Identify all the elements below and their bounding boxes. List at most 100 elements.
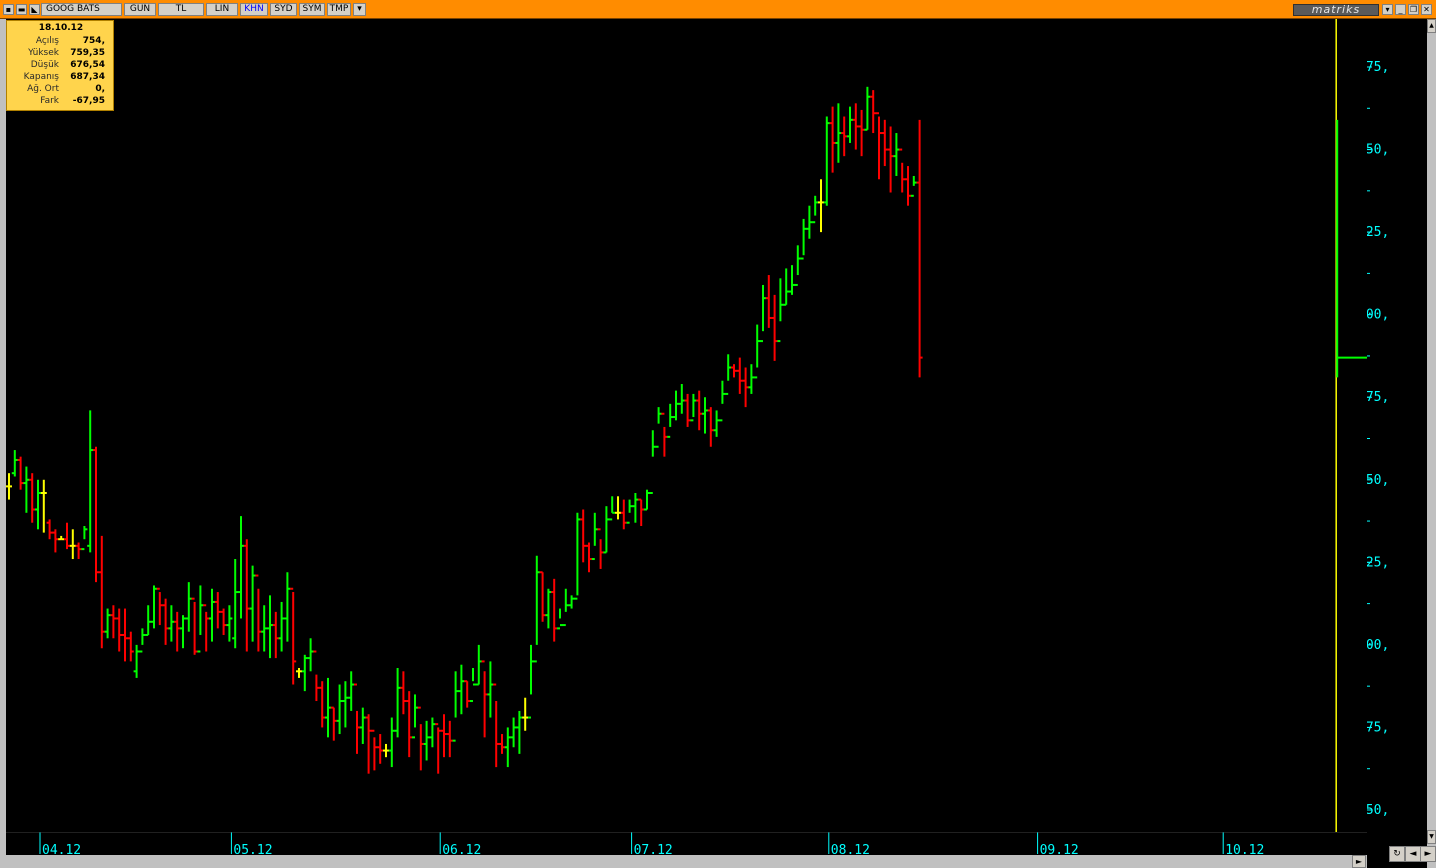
- ohlc-bar: [574, 512, 581, 600]
- toolbar-dropdown-icon[interactable]: ▾: [353, 3, 366, 16]
- ohlc-bar: [493, 683, 500, 768]
- info-date: 18.10.12: [38, 23, 84, 33]
- chevron-down-icon[interactable]: ▾: [1382, 4, 1393, 15]
- ohlc-bar: [261, 605, 268, 652]
- info-value: -67,95: [72, 96, 105, 106]
- ohlc-bar: [272, 611, 279, 659]
- ohlc-bar: [98, 535, 105, 649]
- ohlc-bar: [330, 706, 337, 741]
- ohlc-bar: [522, 697, 529, 731]
- ohlc-bar: [64, 522, 70, 550]
- date-tick-label: 08.12: [831, 843, 870, 855]
- ohlc-bar: [916, 119, 923, 378]
- ohlc-bar: [464, 680, 471, 708]
- ohlc-bar: [446, 720, 453, 758]
- info-row-weighted-avg: Ağ. Ort 0,: [7, 84, 115, 96]
- ohlc-bar: [127, 631, 134, 662]
- scale-button-lin[interactable]: LIN: [206, 3, 238, 16]
- ohlc-bar: [731, 364, 737, 378]
- bar-type-button-khn[interactable]: KHN: [240, 3, 268, 16]
- ohlc-bar: [661, 412, 668, 457]
- scroll-right-icon[interactable]: ►: [1420, 846, 1436, 862]
- ohlc-bar: [841, 116, 848, 157]
- scroll-down-arrow-icon[interactable]: ▼: [1427, 830, 1436, 844]
- chart-type-icon[interactable]: ◣: [29, 4, 40, 15]
- window-menu-icon[interactable]: ▪: [3, 4, 14, 15]
- ohlc-bar: [365, 714, 372, 774]
- ohlc-bar: [336, 684, 343, 735]
- date-tick-label: 06.12: [442, 843, 481, 855]
- ohlc-bar: [707, 407, 714, 447]
- ohlc-bar: [348, 671, 355, 711]
- date-axis-ticks: 04.12 05.12 06.12 07.12 08.12 09.12 10.12: [6, 832, 1367, 855]
- ohlc-bar: [29, 473, 36, 523]
- ohlc-bar: [870, 90, 877, 134]
- minimize-button[interactable]: _: [1395, 4, 1406, 15]
- price-chart[interactable]: [6, 19, 1367, 832]
- chart-toolbar: ▪ ▬ ◣ GOOG BATS GUN TL LIN KHN SYD SYM T…: [0, 0, 1436, 19]
- ohlc-bar: [539, 571, 546, 622]
- ohlc-bar: [139, 628, 146, 653]
- ohlc-bar: [232, 559, 239, 649]
- ohlc-bar: [435, 723, 442, 774]
- scroll-left-icon[interactable]: ◄: [1405, 846, 1421, 862]
- info-value: 676,54: [70, 60, 105, 70]
- price-tick-label: 725,: [1367, 225, 1389, 240]
- minimize-icon[interactable]: ▬: [16, 4, 27, 15]
- scroll-up-arrow-icon[interactable]: ▲: [1427, 19, 1436, 33]
- ohlc-bar: [40, 479, 47, 533]
- currency-button-tl[interactable]: TL: [158, 3, 204, 16]
- ohlc-bar: [719, 380, 726, 422]
- info-row-low: Düşük 676,54: [7, 60, 115, 72]
- ohlc-bar: [6, 473, 12, 500]
- ohlc-bar: [104, 608, 111, 639]
- info-label: Düşük: [30, 60, 59, 70]
- price-tick-label: 550,: [1367, 803, 1389, 818]
- ohlc-bar: [499, 734, 505, 754]
- horizontal-scrollbar[interactable]: ►: [6, 855, 1367, 868]
- ohlc-bar: [342, 681, 349, 728]
- ohlc-bar: [400, 671, 407, 715]
- ohlc-bar: [568, 595, 575, 609]
- ohlc-bar: [586, 542, 592, 573]
- ohlc-bar: [794, 245, 801, 286]
- ohlc-bar: [296, 668, 302, 678]
- restore-button[interactable]: ❐: [1408, 4, 1419, 15]
- ohlc-bar: [580, 509, 587, 563]
- price-tick-label: 600,: [1367, 638, 1389, 653]
- refresh-icon[interactable]: ↻: [1389, 846, 1405, 862]
- ohlc-bar: [278, 601, 285, 652]
- ohlc-bar: [667, 403, 674, 438]
- ohlc-bar: [46, 519, 53, 540]
- ohlc-bar: [313, 650, 320, 702]
- ohlc-bar: [394, 668, 401, 738]
- info-row-high: Yüksek 759,35: [7, 48, 115, 60]
- ohlc-bar: [684, 393, 691, 427]
- vertical-scrollbar[interactable]: ▲ ▼: [1427, 19, 1436, 868]
- button-syd[interactable]: SYD: [270, 3, 297, 16]
- close-button[interactable]: ✕: [1421, 4, 1432, 15]
- ohlc-bar: [887, 126, 894, 193]
- symbol-field[interactable]: GOOG BATS: [41, 3, 122, 16]
- button-sym[interactable]: SYM: [299, 3, 325, 16]
- ohlc-bar: [174, 611, 181, 652]
- ohlc-bar: [255, 574, 262, 652]
- scroll-right-arrow-icon[interactable]: ►: [1352, 855, 1366, 868]
- period-button-gun[interactable]: GUN: [124, 3, 156, 16]
- ohlc-bar: [441, 714, 447, 758]
- button-tmp[interactable]: TMP: [327, 3, 351, 16]
- ohlc-bar: [551, 578, 558, 642]
- ohlc-bar: [197, 585, 204, 653]
- ohlc-bar: [17, 456, 24, 490]
- ohlc-bar: [23, 466, 30, 513]
- ohlc-bar: [290, 587, 297, 685]
- ohlc-bar: [557, 608, 563, 630]
- ohlc-bar: [319, 681, 326, 728]
- price-tick-label: 700,: [1367, 308, 1389, 323]
- ohlc-bar: [156, 587, 163, 626]
- date-tick-label: 05.12: [233, 843, 272, 855]
- ohlc-bar: [110, 605, 117, 639]
- ohlc-bar: [249, 565, 256, 642]
- ohlc-bar: [116, 608, 123, 652]
- price-axis[interactable]: 550, 575, 600, 625, 650, 675, 700, 725, 750, 775,: [1367, 19, 1427, 832]
